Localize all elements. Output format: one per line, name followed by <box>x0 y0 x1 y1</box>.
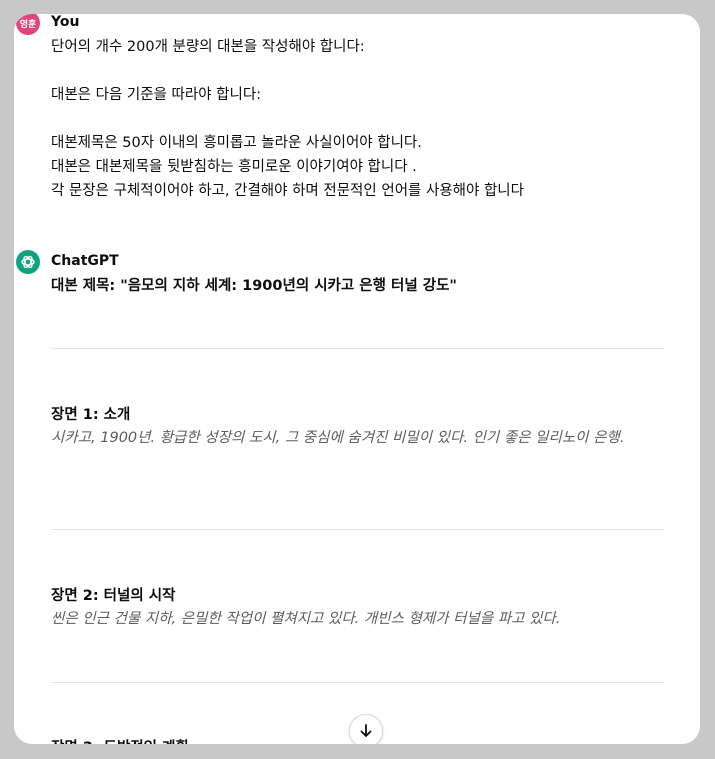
scene-title: 장면 1: 소개 <box>51 407 131 423</box>
user-line: 각 문장은 구체적이어야 하고, 간결해야 하며 전문적인 언어를 사용해야 합… <box>51 183 524 199</box>
user-avatar: 영훈 <box>16 14 40 35</box>
divider <box>51 348 664 349</box>
user-line: 대본은 다음 기준을 따라야 합니다: <box>51 87 262 103</box>
scene-title: 장면 2: 터널의 시작 <box>51 588 176 604</box>
user-line: 단어의 개수 200개 분량의 대본을 작성해야 합니다: <box>51 39 365 55</box>
user-avatar-text: 영훈 <box>19 19 37 30</box>
user-blank-line <box>51 107 671 131</box>
scroll-to-bottom-button[interactable] <box>349 714 383 744</box>
app-window: 영훈 You 단어의 개수 200개 분량의 대본을 작성해야 합니다: 대본은… <box>0 0 715 759</box>
scene-title: 장면 3: 도박적인 계획 <box>51 736 189 744</box>
user-line: 대본제목은 50자 이내의 흥미롭고 놀라운 사실이어야 합니다. <box>51 135 422 151</box>
user-author-name: You <box>51 14 80 30</box>
script-title: 대본 제목: "음모의 지하 세계: 1900년의 시카고 은행 터널 강도" <box>51 278 457 294</box>
divider <box>51 529 664 530</box>
chat-panel: 영훈 You 단어의 개수 200개 분량의 대본을 작성해야 합니다: 대본은… <box>14 14 700 744</box>
divider <box>51 682 664 683</box>
arrow-down-icon <box>360 724 372 737</box>
user-line: 대본은 대본제목을 뒷받침하는 흥미로운 이야기여야 합니다 . <box>51 159 417 175</box>
user-message-text: 단어의 개수 200개 분량의 대본을 작성해야 합니다: 대본은 다음 기준을… <box>51 35 671 203</box>
assistant-author-name: ChatGPT <box>51 253 119 269</box>
scene-description: 시카고, 1900년. 황급한 성장의 도시, 그 중심에 숨겨진 비밀이 있다… <box>51 430 625 446</box>
user-blank-line <box>51 59 671 83</box>
chatgpt-logo-icon <box>16 250 40 274</box>
scene-description: 씬은 인근 건물 지하, 은밀한 작업이 펼쳐지고 있다. 개빈스 형제가 터널… <box>51 611 561 627</box>
